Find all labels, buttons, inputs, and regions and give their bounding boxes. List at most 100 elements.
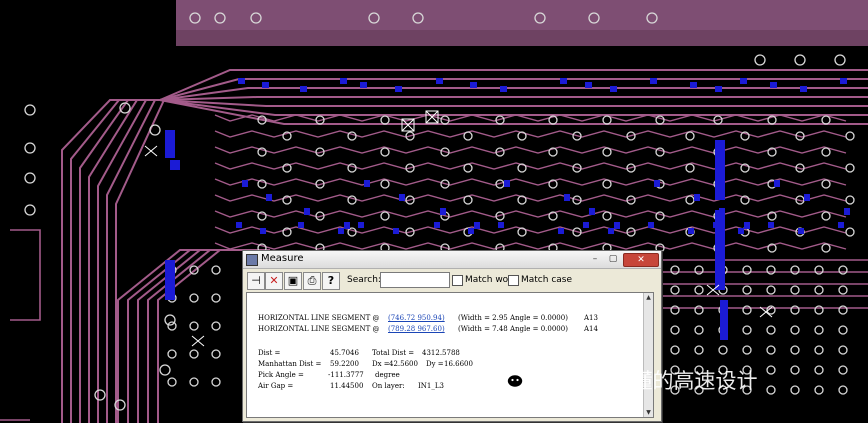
air-gap-label: Air Gap = [258, 382, 294, 390]
measure-output[interactable]: HORIZONTAL LINE SEGMENT @ (746.72 950.94… [246, 292, 654, 418]
segment-type: HORIZONTAL LINE SEGMENT @ [258, 325, 380, 333]
window-title: Measure [261, 253, 304, 264]
dx-label: Dx = [372, 360, 390, 368]
segment-detail: (Width = 7.48 Angle = 0.0000) [458, 325, 568, 333]
blue-pad [344, 222, 350, 229]
blue-pad [260, 228, 266, 234]
pin-icon[interactable]: ⊣ [247, 272, 265, 290]
blue-pad [358, 222, 364, 228]
blue-pad [690, 82, 697, 88]
blue-pad [360, 82, 367, 88]
blue-pad [474, 222, 480, 229]
blue-pad [300, 86, 307, 92]
total-dist-value: 4312.5788 [422, 349, 460, 357]
blue-pad [498, 222, 504, 228]
scroll-down-icon[interactable]: ▼ [644, 408, 653, 417]
maximize-button[interactable]: ▢ [605, 253, 621, 265]
total-dist-label: Total Dist = [372, 349, 415, 357]
print-icon[interactable]: ⎙ [303, 272, 321, 290]
search-input[interactable] [380, 272, 450, 288]
blue-pad [266, 194, 272, 201]
blue-pad [436, 78, 443, 84]
pick-angle-label: Pick Angle = [258, 371, 304, 379]
blue-pad [393, 228, 399, 234]
blue-pad [338, 228, 344, 234]
blue-pad [768, 222, 774, 228]
dist-label: Dist = [258, 349, 281, 357]
match-case-checkbox[interactable] [508, 275, 519, 286]
minimize-button[interactable]: – [587, 253, 603, 265]
blue-pad [395, 86, 402, 92]
search-label: Search: [347, 275, 381, 285]
blue-pad [804, 194, 810, 201]
blue-pad [165, 260, 175, 300]
segment-type: HORIZONTAL LINE SEGMENT @ [258, 314, 380, 322]
blue-pad [583, 222, 589, 228]
blue-pad [838, 222, 844, 228]
blue-pad [298, 222, 304, 228]
blue-pad [238, 78, 245, 84]
app-icon [246, 254, 258, 266]
pick-angle-unit: degree [375, 371, 400, 379]
measure-dialog: Measure – ▢ ✕ ⊣ ✕ ▣ ⎙ ? Search: Match wo… [242, 250, 662, 422]
layer-label: On layer: [372, 382, 405, 390]
blue-pad [614, 222, 620, 229]
blue-pad [648, 222, 654, 228]
blue-pad [610, 86, 617, 92]
blue-pad [242, 180, 248, 187]
blue-pad [770, 82, 777, 88]
blue-pad [608, 228, 614, 234]
blue-pad [774, 180, 780, 187]
save-icon[interactable]: ▣ [284, 272, 302, 290]
blue-pad [715, 210, 725, 290]
blue-pad [720, 300, 728, 340]
blue-pad [399, 194, 405, 201]
blue-pad [738, 228, 744, 234]
vertical-scrollbar[interactable]: ▲ ▼ [643, 293, 653, 417]
blue-pad [470, 82, 477, 88]
dx-value: 42.5600 [389, 360, 418, 368]
manhattan-label: Manhattan Dist = [258, 360, 322, 368]
air-gap-value: 11.44500 [330, 382, 364, 390]
blue-pad [688, 228, 694, 234]
scroll-up-icon[interactable]: ▲ [644, 293, 653, 302]
blue-pad [468, 228, 474, 234]
blue-pad [715, 86, 722, 92]
blue-pad [800, 86, 807, 92]
segment-ref: A13 [584, 314, 598, 322]
blue-pad [715, 140, 725, 200]
watermark-text: 一博_看得懂的高速设计 [537, 369, 758, 393]
dy-value: 16.6600 [444, 360, 473, 368]
segment-coords-link[interactable]: (746.72 950.94) [388, 314, 445, 322]
blue-pad [364, 180, 370, 187]
blue-pad [585, 82, 592, 88]
help-icon[interactable]: ? [322, 272, 340, 290]
manhattan-value: 59.2200 [330, 360, 359, 368]
match-case-label: Match case [521, 275, 573, 285]
blue-pad [564, 194, 570, 201]
title-bar[interactable]: Measure – ▢ ✕ [243, 251, 661, 269]
segment-coords-link[interactable]: (789.28 967.60) [388, 325, 445, 333]
blue-pad [500, 86, 507, 92]
blue-pad [744, 222, 750, 229]
blue-pad [844, 208, 850, 215]
wechat-logo-icon [495, 367, 524, 389]
delete-icon[interactable]: ✕ [265, 272, 283, 290]
dist-value: 45.7046 [330, 349, 359, 357]
segment-ref: A14 [584, 325, 598, 333]
close-button[interactable]: ✕ [623, 253, 659, 267]
blue-pad [340, 78, 347, 84]
blue-pad [504, 180, 510, 187]
blue-pad [840, 78, 847, 84]
blue-pad [440, 208, 446, 215]
match-word-checkbox[interactable] [452, 275, 463, 286]
blue-pad [798, 228, 804, 234]
blue-pad [165, 130, 175, 158]
blue-pad [560, 78, 567, 84]
blue-pad [236, 222, 242, 228]
blue-pad [262, 82, 269, 88]
pick-angle-value: -111.3777 [328, 371, 364, 379]
layer-value: IN1_L3 [418, 382, 444, 390]
blue-pad [694, 194, 700, 201]
blue-pad [170, 160, 180, 170]
